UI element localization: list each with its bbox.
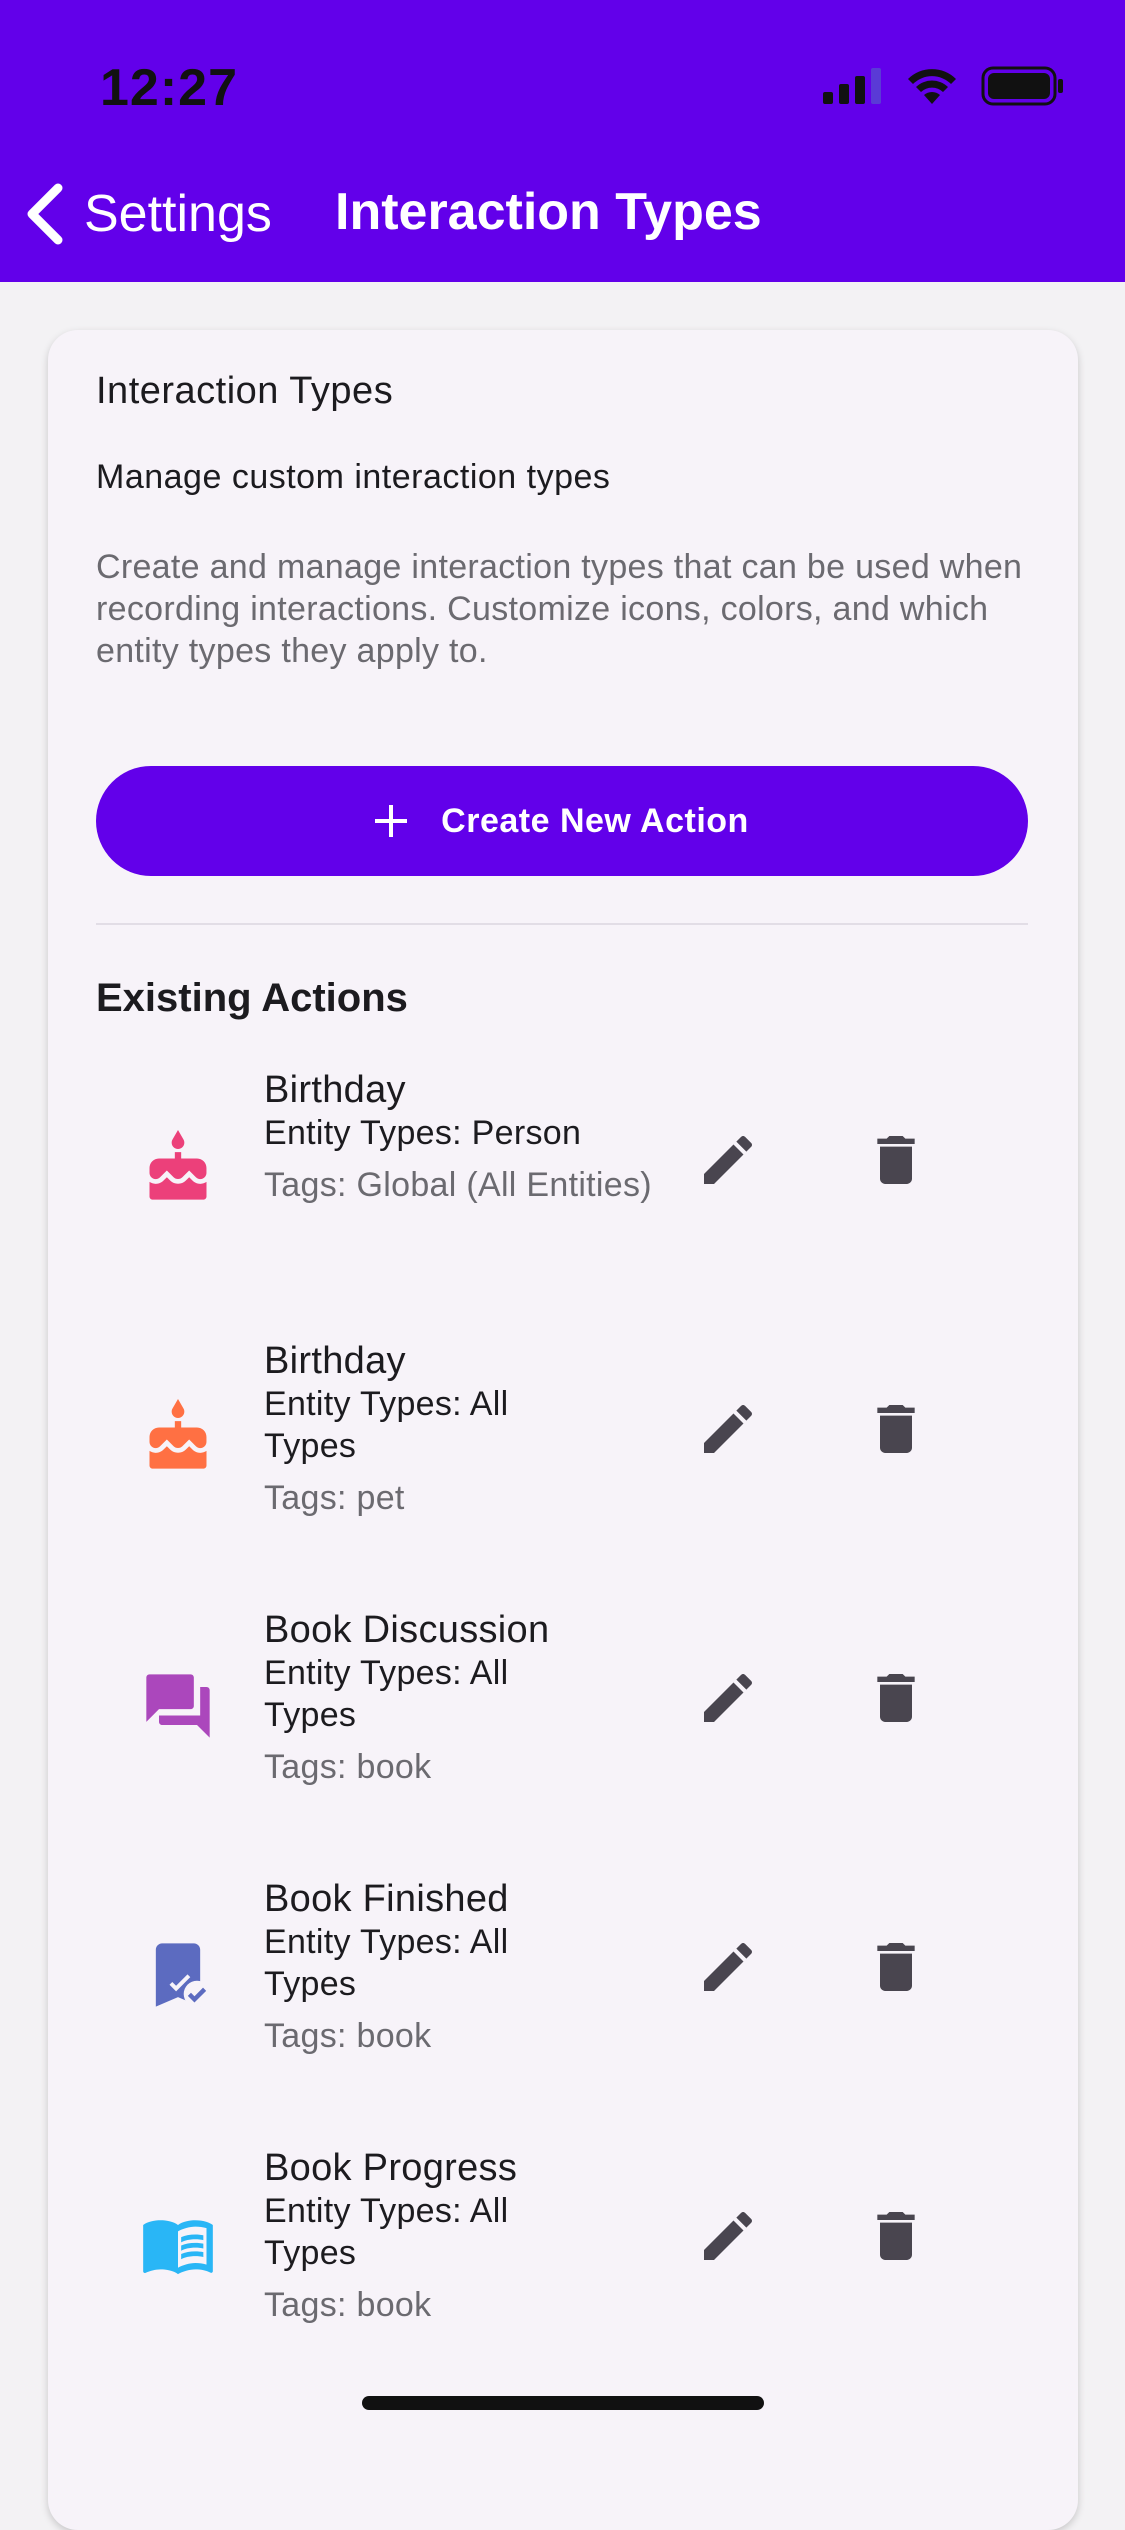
pencil-icon bbox=[704, 2211, 753, 2260]
bookmark-check-icon bbox=[155, 1943, 211, 2008]
action-name: Birthday bbox=[264, 1069, 406, 1111]
action-name: Book Finished bbox=[264, 1878, 509, 1920]
edit-button[interactable] bbox=[688, 1120, 768, 1200]
card-subtitle: Manage custom interaction types bbox=[96, 458, 611, 496]
card-title: Interaction Types bbox=[96, 370, 394, 412]
action-row: Birthday Entity Types: Person Tags: Glob… bbox=[48, 1068, 1078, 1320]
chevron-left-icon bbox=[27, 183, 63, 245]
trash-icon bbox=[877, 1136, 915, 1184]
delete-button[interactable] bbox=[856, 1120, 936, 1200]
trash-icon bbox=[877, 1405, 915, 1453]
create-new-action-button[interactable]: Create New Action bbox=[96, 766, 1028, 876]
delete-button[interactable] bbox=[856, 1389, 936, 1469]
divider bbox=[96, 923, 1028, 925]
status-time: 12:27 bbox=[100, 59, 238, 117]
action-row: Book Discussion Entity Types: All Types … bbox=[48, 1608, 1078, 1858]
edit-button[interactable] bbox=[688, 1658, 768, 1738]
action-tags: Tags: Global (All Entities) bbox=[264, 1166, 652, 1204]
section-title: Existing Actions bbox=[96, 976, 408, 1020]
action-name: Birthday bbox=[264, 1340, 406, 1382]
delete-button[interactable] bbox=[856, 1927, 936, 2007]
action-name: Book Discussion bbox=[264, 1609, 550, 1651]
cake-icon bbox=[149, 1399, 207, 1469]
action-entity-types: Entity Types: All Types bbox=[264, 1654, 509, 1734]
create-button-label: Create New Action bbox=[441, 801, 749, 840]
trash-icon bbox=[877, 1674, 915, 1722]
action-text: Book Discussion Entity Types: All Types … bbox=[264, 1608, 584, 1788]
home-indicator[interactable] bbox=[362, 2396, 764, 2410]
action-entity-types: Entity Types: All Types bbox=[264, 2192, 509, 2272]
action-entity-types: Entity Types: All Types bbox=[264, 1385, 509, 1465]
action-tags: Tags: pet bbox=[264, 1479, 405, 1517]
forum-icon bbox=[146, 1674, 210, 1738]
trash-icon bbox=[877, 2212, 915, 2260]
action-entity-types: Entity Types: Person bbox=[264, 1114, 582, 1152]
status-icons bbox=[823, 66, 1065, 106]
edit-button[interactable] bbox=[688, 1389, 768, 1469]
card-description: Create and manage interaction types that… bbox=[96, 548, 1023, 670]
action-row: Book Progress Entity Types: All Types Ta… bbox=[48, 2146, 1078, 2396]
page-title: Interaction Types bbox=[335, 183, 762, 241]
action-entity-types: Entity Types: All Types bbox=[264, 1923, 509, 2003]
action-text: Book Progress Entity Types: All Types Ta… bbox=[264, 2146, 584, 2326]
cake-icon bbox=[149, 1130, 207, 1200]
pencil-icon bbox=[704, 1404, 753, 1453]
interaction-types-card: Interaction Types Manage custom interact… bbox=[48, 330, 1078, 2530]
back-label: Settings bbox=[84, 185, 272, 243]
menu-book-icon bbox=[143, 2220, 213, 2275]
pencil-icon bbox=[704, 1135, 753, 1184]
delete-button[interactable] bbox=[856, 1658, 936, 1738]
plus-icon bbox=[375, 805, 408, 837]
action-tags: Tags: book bbox=[264, 2017, 432, 2055]
action-text: Birthday Entity Types: Person Tags: Glob… bbox=[264, 1068, 684, 1206]
edit-button[interactable] bbox=[688, 2196, 768, 2276]
wifi-icon bbox=[908, 69, 956, 104]
action-tags: Tags: book bbox=[264, 1748, 432, 1786]
action-text: Book Finished Entity Types: All Types Ta… bbox=[264, 1877, 584, 2057]
trash-icon bbox=[877, 1943, 915, 1991]
edit-button[interactable] bbox=[688, 1927, 768, 2007]
action-row: Birthday Entity Types: All Types Tags: p… bbox=[48, 1339, 1078, 1589]
action-name: Book Progress bbox=[264, 2147, 518, 2189]
action-row: Book Finished Entity Types: All Types Ta… bbox=[48, 1877, 1078, 2127]
back-button[interactable]: Settings bbox=[22, 182, 272, 246]
battery-icon bbox=[981, 66, 1063, 106]
action-text: Birthday Entity Types: All Types Tags: p… bbox=[264, 1339, 584, 1519]
signal-icon bbox=[823, 68, 881, 104]
pencil-icon bbox=[704, 1942, 753, 1991]
app-bar: 12:27 Settings Interaction Types bbox=[0, 0, 1125, 282]
pencil-icon bbox=[704, 1673, 753, 1722]
delete-button[interactable] bbox=[856, 2196, 936, 2276]
action-tags: Tags: book bbox=[264, 2286, 432, 2324]
